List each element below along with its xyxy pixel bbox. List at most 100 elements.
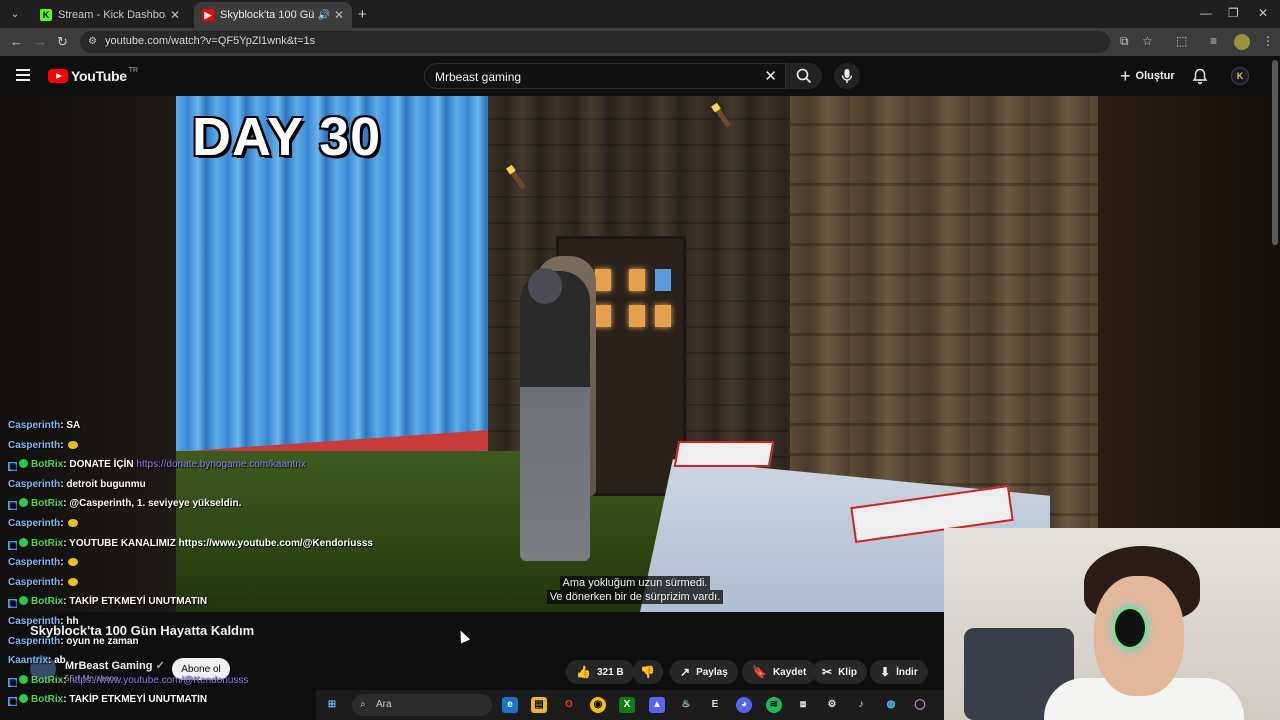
youtube-logo[interactable]: YouTube TR: [48, 67, 138, 84]
chat-username[interactable]: BotRix: [31, 694, 63, 705]
chat-username[interactable]: Kaantrix: [8, 655, 48, 666]
browser-menu-icon[interactable]: ⋮: [1262, 34, 1274, 48]
maximize-icon[interactable]: ❐: [1228, 6, 1239, 20]
address-bar[interactable]: ⚙ youtube.com/watch?v=QF5YpZl1wnk&t=1s: [80, 31, 1110, 53]
spotify-icon[interactable]: ≋: [766, 697, 782, 713]
app-icon[interactable]: ▲: [649, 697, 665, 713]
search-button[interactable]: [786, 63, 822, 89]
verified-badge-icon: [19, 694, 28, 704]
chat-username[interactable]: BotRix: [31, 498, 63, 509]
door-window: [655, 305, 671, 327]
clear-search-icon[interactable]: ✕: [764, 67, 777, 85]
chat-link[interactable]: https://donate.bynogame.com/kaantrix: [136, 459, 306, 470]
tab-title: Skyblock'ta 100 Gün Hayatta: [220, 9, 315, 21]
opera-icon[interactable]: O: [561, 697, 577, 713]
create-button[interactable]: + Oluştur: [1120, 65, 1175, 87]
like-button[interactable]: 👍 321 B: [566, 660, 634, 684]
chat-text: : DONATE İÇİN: [63, 459, 137, 471]
app-icon[interactable]: ◍: [883, 697, 899, 713]
clip-button[interactable]: ✂ Klip: [812, 660, 867, 684]
forward-icon[interactable]: →: [34, 34, 47, 49]
minimize-icon[interactable]: —: [1200, 6, 1212, 20]
chat-username[interactable]: BotRix: [31, 675, 63, 686]
youtube-icon: ▶: [202, 9, 214, 21]
plus-icon: +: [1120, 66, 1131, 86]
chat-text: : YOUTUBE KANALIMIZ https://www.youtube.…: [63, 537, 373, 549]
new-tab-button[interactable]: +: [358, 6, 367, 23]
tab-kick-dashboard[interactable]: K Stream - Kick Dashboard ✕: [32, 2, 188, 28]
tab-search-menu-icon[interactable]: ⌄: [4, 3, 26, 25]
webcam-overlay: [944, 528, 1280, 720]
chat-text: :: [60, 518, 64, 529]
back-icon[interactable]: ←: [10, 34, 23, 49]
door-window: [655, 269, 671, 291]
search-input[interactable]: Mrbeast gaming ✕: [424, 63, 786, 89]
download-icon: ⬇: [880, 665, 891, 679]
bot-badge-icon: ▣: [8, 462, 17, 472]
account-avatar[interactable]: K: [1231, 67, 1249, 85]
bookmark-star-icon[interactable]: ☆: [1142, 34, 1153, 48]
chat-text: :: [60, 439, 64, 451]
discord-icon[interactable]: ◕: [736, 697, 752, 713]
site-info-icon[interactable]: ⚙: [88, 36, 97, 47]
tiktok-icon[interactable]: ♪: [853, 697, 869, 713]
save-button[interactable]: 🔖 Kaydet: [742, 660, 817, 684]
notifications-bell-icon[interactable]: [1192, 68, 1208, 85]
xbox-icon[interactable]: X: [619, 697, 635, 713]
chat-username[interactable]: BotRix: [31, 596, 63, 607]
edge-icon[interactable]: e: [502, 697, 518, 713]
chat-username[interactable]: Casperinth: [8, 577, 60, 588]
chat-text: : hh: [60, 616, 79, 627]
close-window-icon[interactable]: ✕: [1258, 6, 1268, 20]
steam-icon[interactable]: ♨: [678, 697, 694, 713]
share-button[interactable]: ↗ Paylaş: [670, 660, 738, 684]
door-window: [595, 269, 611, 291]
extensions-icon[interactable]: ⬚: [1176, 34, 1187, 48]
install-app-icon[interactable]: ⧉: [1120, 34, 1129, 49]
windows-start-icon[interactable]: ⊞: [324, 697, 340, 713]
chat-link[interactable]: https://www.youtube.com/@Kendoriusss: [69, 675, 248, 686]
subtitle-line: Ama yokluğum uzun sürmedi.: [559, 576, 711, 590]
reload-icon[interactable]: ↻: [57, 34, 68, 50]
voice-search-button[interactable]: [834, 63, 860, 89]
speaker-icon[interactable]: 🔊: [317, 10, 329, 21]
taskbar-search[interactable]: ⌕ Ara: [352, 694, 492, 716]
close-tab-icon[interactable]: ✕: [170, 8, 180, 22]
chrome-icon[interactable]: ◉: [590, 697, 606, 713]
download-button[interactable]: ⬇ İndir: [870, 660, 928, 684]
emote-icon: [67, 558, 78, 567]
page-scrollbar[interactable]: [1272, 60, 1278, 245]
chat-username[interactable]: Casperinth: [8, 518, 60, 529]
chat-text: : @Casperinth, 1. seviyeye yükseldin.: [63, 498, 242, 510]
emote-icon: [67, 577, 78, 586]
capcut-icon[interactable]: ⧈: [795, 697, 811, 713]
verified-badge-icon: [19, 674, 28, 684]
epic-games-icon[interactable]: E: [707, 697, 723, 713]
pizza-box: [673, 441, 775, 467]
menu-icon[interactable]: [16, 69, 30, 81]
app-icon[interactable]: ◯: [912, 697, 928, 713]
chat-message: Casperinth:: [8, 577, 78, 588]
scissors-icon: ✂: [822, 665, 833, 679]
chat-message: ▣ BotRix: TAKİP ETKMEYİ UNUTMATIN: [8, 694, 207, 707]
url-text: youtube.com/watch?v=QF5YpZl1wnk&t=1s: [105, 35, 316, 47]
chat-username[interactable]: Casperinth: [8, 479, 60, 490]
chat-username[interactable]: Casperinth: [8, 636, 60, 647]
media-control-icon[interactable]: ≡: [1210, 34, 1217, 48]
chat-text: : detroit bugunmu: [60, 478, 146, 490]
chat-text: :: [60, 557, 64, 569]
profile-avatar[interactable]: [1234, 34, 1250, 50]
tab-youtube-video[interactable]: ▶ Skyblock'ta 100 Gün Hayatta 🔊 ✕: [194, 2, 352, 28]
chat-username[interactable]: Casperinth: [8, 440, 60, 451]
chat-username[interactable]: Casperinth: [8, 616, 60, 627]
close-tab-icon[interactable]: ✕: [334, 8, 344, 22]
bot-badge-icon: ▣: [8, 540, 17, 550]
settings-gear-icon[interactable]: ⚙: [824, 697, 840, 713]
dislike-button[interactable]: 👎: [632, 660, 663, 684]
chat-username[interactable]: BotRix: [31, 538, 63, 549]
chat-username[interactable]: Casperinth: [8, 420, 60, 431]
thumbs-down-icon: 👎: [640, 665, 655, 679]
chat-username[interactable]: Casperinth: [8, 557, 60, 568]
chat-username[interactable]: BotRix: [31, 459, 63, 470]
file-explorer-icon[interactable]: ▤: [531, 697, 547, 713]
